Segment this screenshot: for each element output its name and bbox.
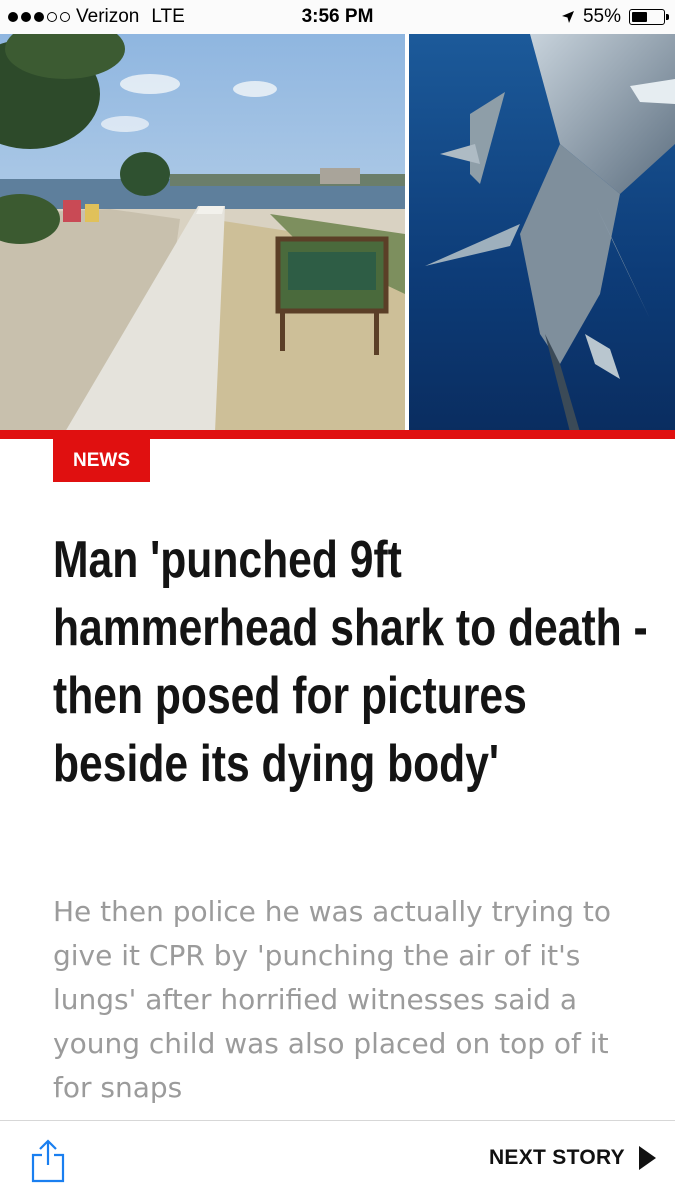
share-button[interactable] xyxy=(28,1139,68,1183)
status-right: 55% xyxy=(561,6,669,28)
article-summary: He then police he was actually trying to… xyxy=(53,895,612,1104)
battery-level xyxy=(632,12,647,22)
hammerhead-shark-photo xyxy=(409,34,675,432)
share-icon xyxy=(31,1139,65,1183)
headline-container: Man 'punched 9ft hammerhead shark to dea… xyxy=(53,526,653,798)
hero-images xyxy=(0,34,675,432)
next-story-button[interactable]: NEXT STORY xyxy=(489,1145,657,1171)
category-badge[interactable]: NEWS xyxy=(53,439,150,482)
location-arrow-icon xyxy=(561,11,574,23)
bottom-toolbar: NEXT STORY xyxy=(0,1121,675,1200)
next-story-label: NEXT STORY xyxy=(488,1146,625,1169)
status-bar: Verizon LTE 3:56 PM 55% xyxy=(0,0,675,34)
battery-icon xyxy=(629,9,669,25)
accent-rule xyxy=(0,430,675,439)
article-headline: Man 'punched 9ft hammerhead shark to dea… xyxy=(53,531,648,793)
battery-percent: 55% xyxy=(582,6,621,27)
beach-walkway-photo xyxy=(0,34,405,432)
play-arrow-icon xyxy=(639,1146,656,1170)
